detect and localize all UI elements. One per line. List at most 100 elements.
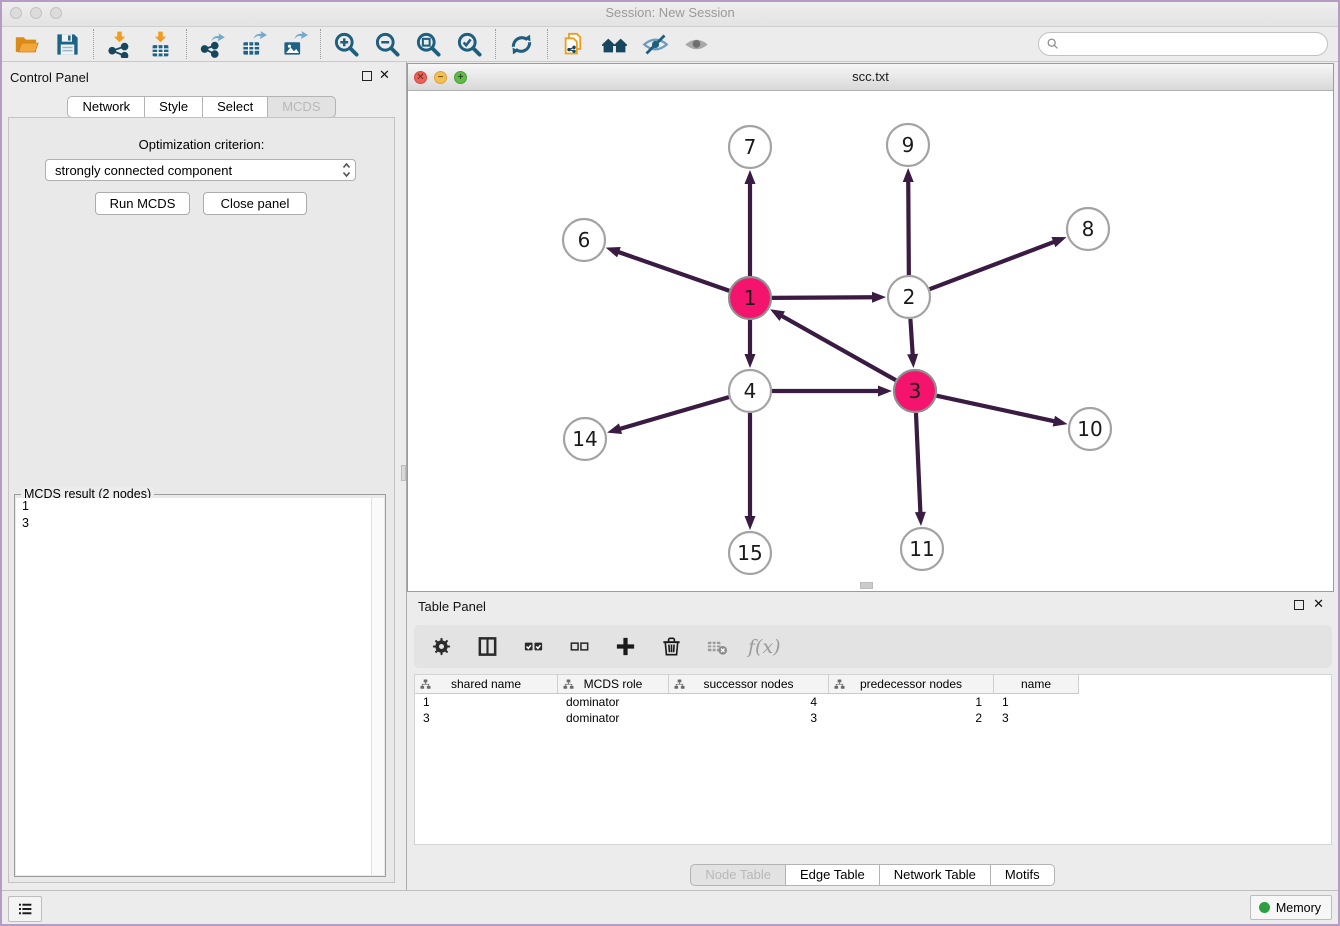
- column-header[interactable]: MCDS role: [558, 675, 669, 694]
- zoom-out-icon: [374, 31, 401, 58]
- column-header[interactable]: predecessor nodes: [829, 675, 994, 694]
- column-visibility-button[interactable]: [472, 632, 502, 662]
- export-network-icon: [199, 31, 226, 58]
- graph-edge[interactable]: [772, 386, 892, 397]
- export-table-button[interactable]: [233, 28, 274, 61]
- open-file-icon: [13, 31, 40, 58]
- zoom-out-button[interactable]: [367, 28, 408, 61]
- table-row[interactable]: 1dominator411: [415, 694, 1331, 710]
- graph-edge[interactable]: [770, 309, 896, 380]
- show-eye-button[interactable]: [676, 28, 717, 61]
- graph-node[interactable]: 11: [901, 528, 943, 570]
- refresh-view-button[interactable]: [501, 28, 542, 61]
- graph-edge[interactable]: [745, 413, 756, 530]
- column-header[interactable]: successor nodes: [669, 675, 829, 694]
- close-panel-button[interactable]: Close panel: [203, 192, 307, 215]
- graph-node[interactable]: 3: [894, 370, 936, 412]
- graph-node[interactable]: 2: [888, 276, 930, 318]
- graph-edge[interactable]: [907, 319, 918, 368]
- run-mcds-button[interactable]: Run MCDS: [95, 192, 190, 215]
- tab-node-table[interactable]: Node Table: [690, 864, 786, 886]
- zoom-fit-icon: [415, 31, 442, 58]
- graph-node[interactable]: 6: [563, 219, 605, 261]
- result-scrollbar[interactable]: [371, 498, 384, 875]
- import-network-button[interactable]: [99, 28, 140, 61]
- graph-node[interactable]: 7: [729, 126, 771, 168]
- control-panel-title: Control Panel: [10, 70, 89, 85]
- graph-edge[interactable]: [930, 237, 1067, 289]
- network-resize-handle[interactable]: [860, 582, 873, 589]
- graph-edge[interactable]: [607, 397, 729, 434]
- close-table-panel-icon[interactable]: ✕: [1313, 596, 1324, 612]
- criterion-dropdown[interactable]: strongly connected component: [45, 159, 356, 181]
- criterion-dropdown-value: strongly connected component: [55, 163, 232, 178]
- column-header[interactable]: name: [994, 675, 1079, 694]
- zoom-in-button[interactable]: [326, 28, 367, 61]
- graph-node[interactable]: 9: [887, 124, 929, 166]
- select-all-button[interactable]: [518, 632, 548, 662]
- mcds-result-lines[interactable]: 13: [16, 498, 371, 875]
- graph-edge[interactable]: [903, 168, 914, 275]
- tab-mcds[interactable]: MCDS: [267, 96, 335, 118]
- node-table: shared name MCDS role successor nodes prede…: [414, 674, 1332, 845]
- graph-node[interactable]: 14: [564, 418, 606, 460]
- graph-edge[interactable]: [772, 292, 886, 303]
- gear-icon: [430, 635, 453, 658]
- zoom-fit-button[interactable]: [408, 28, 449, 61]
- graph-edge[interactable]: [606, 247, 730, 291]
- network-window-titlebar[interactable]: ✕ − + scc.txt: [408, 64, 1333, 91]
- network-graph-svg[interactable]: 7 9 6 8 1 2 4 3 14 10 15 11: [408, 91, 1333, 591]
- tab-style[interactable]: Style: [144, 96, 203, 118]
- float-panel-icon[interactable]: [362, 71, 372, 81]
- hide-eye-button[interactable]: [635, 28, 676, 61]
- tab-select[interactable]: Select: [202, 96, 268, 118]
- export-network-button[interactable]: [192, 28, 233, 61]
- column-header-label: MCDS role: [584, 677, 643, 691]
- graph-node[interactable]: 15: [729, 532, 771, 574]
- tab-network-table[interactable]: Network Table: [879, 864, 991, 886]
- export-table-icon: [240, 31, 267, 58]
- memory-button[interactable]: Memory: [1250, 895, 1332, 920]
- column-header-label: predecessor nodes: [860, 677, 962, 691]
- add-column-button[interactable]: [610, 632, 640, 662]
- home-button[interactable]: [594, 28, 635, 61]
- delete-column-button[interactable]: [656, 632, 686, 662]
- checked-boxes-icon: [522, 635, 545, 658]
- column-header-label: name: [1021, 677, 1051, 691]
- table-options-gear-button[interactable]: [426, 632, 456, 662]
- table-row[interactable]: 3dominator323: [415, 710, 1331, 726]
- graph-edge[interactable]: [745, 320, 756, 368]
- application-window: Session: New Session: [0, 0, 1340, 926]
- refresh-icon: [508, 31, 535, 58]
- save-session-button[interactable]: [47, 28, 88, 61]
- graph-node[interactable]: 8: [1067, 208, 1109, 250]
- graph-edge[interactable]: [915, 413, 926, 526]
- tab-network[interactable]: Network: [67, 96, 145, 118]
- tab-motifs[interactable]: Motifs: [990, 864, 1055, 886]
- toolbar-separator: [320, 29, 321, 59]
- graph-edge[interactable]: [745, 170, 756, 276]
- duplicate-network-button[interactable]: [553, 28, 594, 61]
- tab-edge-table[interactable]: Edge Table: [785, 864, 880, 886]
- close-panel-icon[interactable]: ✕: [379, 67, 390, 83]
- deselect-all-button[interactable]: [564, 632, 594, 662]
- graph-node[interactable]: 4: [729, 370, 771, 412]
- splitter-handle[interactable]: [401, 465, 406, 481]
- delete-table-button[interactable]: [702, 632, 732, 662]
- graph-node[interactable]: 1: [729, 277, 771, 319]
- task-history-button[interactable]: [8, 896, 42, 922]
- function-builder-button[interactable]: f(x): [748, 636, 781, 658]
- search-input[interactable]: [1060, 37, 1327, 52]
- graph-edge[interactable]: [936, 396, 1067, 427]
- table-tabs: Node Table Edge Table Network Table Moti…: [407, 864, 1338, 886]
- open-file-button[interactable]: [6, 28, 47, 61]
- float-table-panel-icon[interactable]: [1294, 600, 1304, 610]
- graph-node-label: 11: [909, 537, 934, 561]
- graph-node[interactable]: 10: [1069, 408, 1111, 450]
- import-table-button[interactable]: [140, 28, 181, 61]
- export-image-button[interactable]: [274, 28, 315, 61]
- graph-node-label: 1: [744, 286, 757, 310]
- column-header[interactable]: shared name: [415, 675, 558, 694]
- graph-node-label: 10: [1077, 417, 1102, 441]
- zoom-selected-button[interactable]: [449, 28, 490, 61]
